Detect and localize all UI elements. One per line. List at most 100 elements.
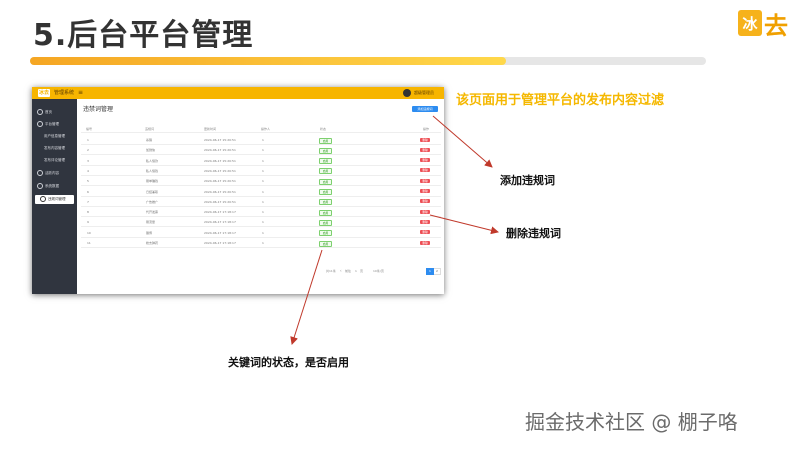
sidebar-item-data[interactable]: 系统数据: [32, 182, 77, 191]
delete-button[interactable]: 删除: [420, 209, 430, 214]
column-header-action: 操作: [423, 127, 430, 131]
delete-button[interactable]: 删除: [420, 240, 430, 245]
table-row: [81, 226, 441, 228]
delete-button[interactable]: 删除: [420, 168, 430, 173]
table-row: [81, 216, 441, 218]
row-time: 2024-06-17 15:20:51: [204, 199, 236, 204]
row-time: 2024-06-17 17:18:17: [204, 220, 236, 225]
status-badge[interactable]: 启用: [319, 230, 332, 237]
row-operator: 1: [262, 168, 264, 173]
delete-button[interactable]: 删除: [420, 137, 430, 142]
status-badge[interactable]: 启用: [319, 199, 332, 206]
row-word: 私人借钱: [146, 168, 159, 173]
row-time: 2024-06-17 15:20:51: [204, 138, 236, 142]
pager-page-unit: 页: [360, 269, 364, 273]
row-id: 9: [87, 220, 89, 225]
row-time: 2024-06-17 17:18:17: [204, 210, 236, 215]
pager-total: 共11条: [326, 269, 336, 273]
row-word: 赌博: [146, 230, 153, 235]
data-icon: [37, 183, 43, 189]
row-time: 2024-06-17 15:20:51: [204, 148, 236, 153]
row-id: 5: [87, 179, 89, 184]
row-id: 11: [87, 241, 91, 245]
sidebar-item-home[interactable]: 首页: [32, 108, 77, 117]
sidebar-item-users[interactable]: 用户信息管理: [32, 132, 77, 141]
delete-button[interactable]: 删除: [420, 219, 430, 224]
brand-logo: 冰 去: [738, 8, 788, 40]
column-header-time: 更新时间: [204, 127, 217, 131]
status-badge[interactable]: 启用: [319, 219, 332, 226]
sidebar-item-banned-words[interactable]: 违规词管理: [35, 195, 74, 204]
status-badge[interactable]: 启用: [319, 147, 332, 154]
pager-page-1[interactable]: 1: [426, 268, 434, 275]
column-header-id: 编号: [86, 127, 93, 131]
delete-button[interactable]: 删除: [420, 230, 430, 235]
row-word: 刷单赚钱: [146, 179, 159, 184]
hamburger-icon[interactable]: ≡: [78, 89, 83, 97]
column-header-word: 违规词: [145, 127, 155, 131]
table-row: [81, 247, 441, 248]
status-badge[interactable]: 启用: [319, 178, 332, 185]
title-underline-bar: [30, 57, 506, 65]
delete-button[interactable]: 删除: [420, 158, 430, 163]
row-time: 2024-06-17 17:18:17: [204, 241, 236, 245]
app-topbar: 冰去 管理系统 ≡ 超级管理员: [32, 87, 444, 99]
row-word: 加微信: [146, 148, 156, 153]
sidebar-item-active[interactable]: 活跃内容: [32, 169, 77, 178]
row-id: 4: [87, 168, 89, 173]
pager-page-2[interactable]: 2: [433, 268, 441, 275]
status-badge[interactable]: 启用: [319, 189, 332, 195]
admin-screenshot: 冰去 管理系统 ≡ 超级管理员 首页 平台管理 用户信息管理 发布内容管理 发布…: [32, 87, 444, 294]
table-row: [81, 174, 441, 176]
status-badge[interactable]: 启用: [319, 158, 332, 165]
add-word-button[interactable]: 添加违规词: [412, 106, 438, 112]
pager-goto: 前往: [345, 269, 352, 273]
sidebar-item-comments[interactable]: 发布评论管理: [32, 156, 77, 165]
pager-size[interactable]: 10条/页: [373, 269, 384, 273]
delete-button[interactable]: 删除: [420, 189, 430, 193]
row-id: 10: [87, 230, 91, 235]
row-time: 2024-06-17 15:20:51: [204, 168, 236, 173]
pager-goto-current[interactable]: 1: [355, 269, 357, 273]
annotation-add: 添加违规词: [500, 174, 555, 187]
row-operator: 1: [262, 179, 264, 184]
row-word: 杀猪: [146, 138, 153, 142]
status-badge[interactable]: 启用: [319, 168, 332, 175]
delete-button[interactable]: 删除: [420, 199, 430, 204]
row-id: 2: [87, 148, 89, 153]
sidebar-item-posts[interactable]: 发布内容管理: [32, 144, 77, 153]
row-id: 6: [87, 189, 89, 194]
row-operator: 1: [262, 138, 264, 142]
user-name[interactable]: 超级管理员: [414, 89, 434, 97]
row-word: 日结兼职: [146, 189, 159, 194]
table-row: [81, 164, 441, 166]
table-row: [81, 154, 441, 156]
status-badge[interactable]: 启用: [319, 240, 332, 247]
app-name: 管理系统: [54, 90, 75, 96]
status-badge[interactable]: 启用: [319, 209, 332, 216]
row-id: 1: [87, 138, 89, 142]
row-time: 2024-06-17 17:18:17: [204, 230, 236, 235]
delete-button[interactable]: 删除: [420, 147, 430, 152]
pager-prev-icon[interactable]: ‹: [340, 268, 342, 273]
row-time: 2024-06-17 15:20:51: [204, 189, 236, 194]
row-word: 枪支弹药: [146, 241, 159, 245]
activity-icon: [37, 170, 43, 176]
annotation-status: 关键词的状态，是否启用: [228, 356, 349, 369]
brand-logo-icon: 冰: [738, 10, 762, 36]
annotation-delete: 删除违规词: [506, 227, 561, 240]
row-operator: 1: [262, 241, 264, 245]
delete-button[interactable]: 删除: [420, 178, 430, 183]
row-word: 代开发票: [146, 210, 159, 215]
column-header-operator: 操作人: [261, 127, 271, 131]
status-badge[interactable]: 启用: [319, 137, 332, 144]
table-row: [81, 185, 441, 187]
row-operator: 1: [262, 199, 264, 204]
user-avatar[interactable]: [403, 89, 411, 97]
watermark: 掘金技术社区 @ 棚子咯: [525, 410, 738, 434]
brand-logo-text: 去: [764, 11, 788, 40]
row-operator: 1: [262, 220, 264, 225]
main-content: 违禁词管理 添加违规词 编号 违规词 更新时间 操作人 状态 操作 1 杀猪 202…: [77, 99, 444, 294]
annotation-description: 该页面用于管理平台的发布内容过滤: [456, 93, 665, 108]
sidebar-item-platform[interactable]: 平台管理: [32, 120, 77, 129]
